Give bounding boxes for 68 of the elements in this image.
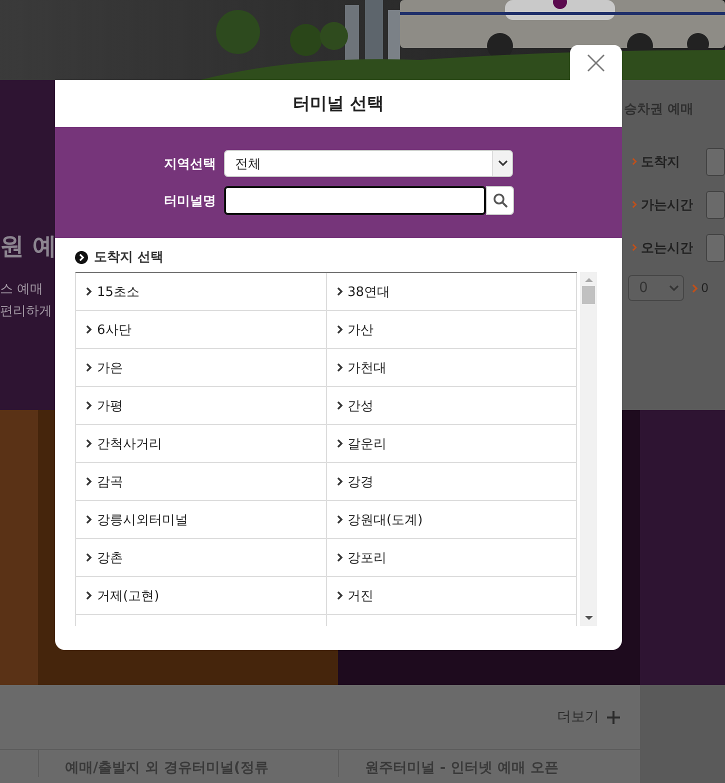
- chevron-icon: [632, 200, 638, 209]
- chevron-icon: [86, 553, 92, 562]
- chevron-icon: [86, 515, 92, 524]
- count-label: 0: [701, 281, 709, 295]
- plus-icon: [607, 710, 620, 724]
- chevron-icon: [336, 553, 342, 562]
- terminal-item[interactable]: 38연대: [326, 273, 577, 311]
- terminal-name-field[interactable]: [224, 186, 486, 215]
- close-icon: [587, 54, 605, 72]
- close-button[interactable]: [570, 45, 622, 81]
- terminal-item[interactable]: 거진: [326, 577, 577, 615]
- terminal-item[interactable]: 가은: [76, 349, 326, 387]
- field-label: 도착지: [641, 154, 682, 170]
- terminal-item[interactable]: 갈운리: [326, 425, 577, 463]
- terminal-item[interactable]: 간성: [326, 387, 577, 425]
- field-label: 지역선택: [163, 156, 216, 172]
- chevron-icon: [336, 363, 342, 372]
- field-label: 가는시간: [641, 196, 694, 214]
- terminal-item[interactable]: 간척사거리: [76, 425, 326, 463]
- list-title: 도착지 선택: [94, 249, 164, 266]
- scrollbar[interactable]: [580, 272, 597, 626]
- terminal-item[interactable]: 강촌: [76, 539, 326, 577]
- search-icon: [492, 193, 508, 208]
- field-label: 오는시간: [641, 240, 694, 256]
- chevron-icon: [336, 515, 342, 524]
- dialog-title: 터미널 선택: [292, 93, 385, 116]
- caret-icon: [498, 160, 508, 167]
- chevron-icon: [86, 477, 92, 486]
- input-field[interactable]: [706, 190, 725, 218]
- terminal-item[interactable]: 가평: [76, 387, 326, 425]
- input-field[interactable]: [706, 234, 725, 262]
- terminal-item[interactable]: 강릉시외터미널: [76, 501, 326, 539]
- chevron-icon: [336, 477, 342, 486]
- search-button[interactable]: [486, 186, 514, 215]
- chevron-icon: [336, 439, 342, 448]
- terminal-item[interactable]: 강포리: [326, 539, 577, 577]
- terminal-item[interactable]: 15초소: [76, 273, 326, 311]
- chevron-icon: [336, 325, 342, 334]
- terminal-item[interactable]: 감곡: [76, 463, 326, 501]
- terminal-item[interactable]: 거제(고현): [76, 577, 326, 615]
- chevron-icon: [632, 243, 638, 252]
- terminal-item[interactable]: 강경: [326, 463, 577, 501]
- terminal-item[interactable]: 강원대(도계): [326, 501, 577, 539]
- terminal-item[interactable]: 가산: [326, 311, 577, 349]
- chevron-icon: [86, 591, 92, 600]
- hero-headline: 원 예: [0, 231, 58, 262]
- scroll-up-icon[interactable]: [584, 276, 592, 284]
- chevron-icon: [336, 287, 342, 296]
- chevron-icon: [86, 287, 92, 296]
- arrow-circle-icon: [75, 250, 88, 264]
- chevron-icon: [336, 591, 342, 600]
- caret-icon: [669, 284, 679, 292]
- input-field[interactable]: [706, 148, 725, 176]
- chevron-icon: [692, 284, 698, 292]
- chevron-icon: [86, 439, 92, 448]
- chevron-icon: [86, 325, 92, 334]
- terminal-item[interactable]: 가천대: [326, 349, 577, 387]
- region-select[interactable]: 전체: [224, 150, 513, 177]
- terminal-item[interactable]: 6사단: [76, 311, 326, 349]
- chevron-icon: [336, 401, 342, 410]
- scroll-thumb[interactable]: [582, 286, 595, 304]
- chevron-icon: [632, 157, 638, 166]
- hero-text: 편리하게: [0, 303, 53, 320]
- hero-text: 스 예매: [0, 281, 44, 298]
- chevron-icon: [86, 401, 92, 410]
- chevron-icon: [86, 363, 92, 372]
- scroll-down-icon[interactable]: [584, 614, 592, 622]
- field-label: 터미널명: [163, 192, 216, 210]
